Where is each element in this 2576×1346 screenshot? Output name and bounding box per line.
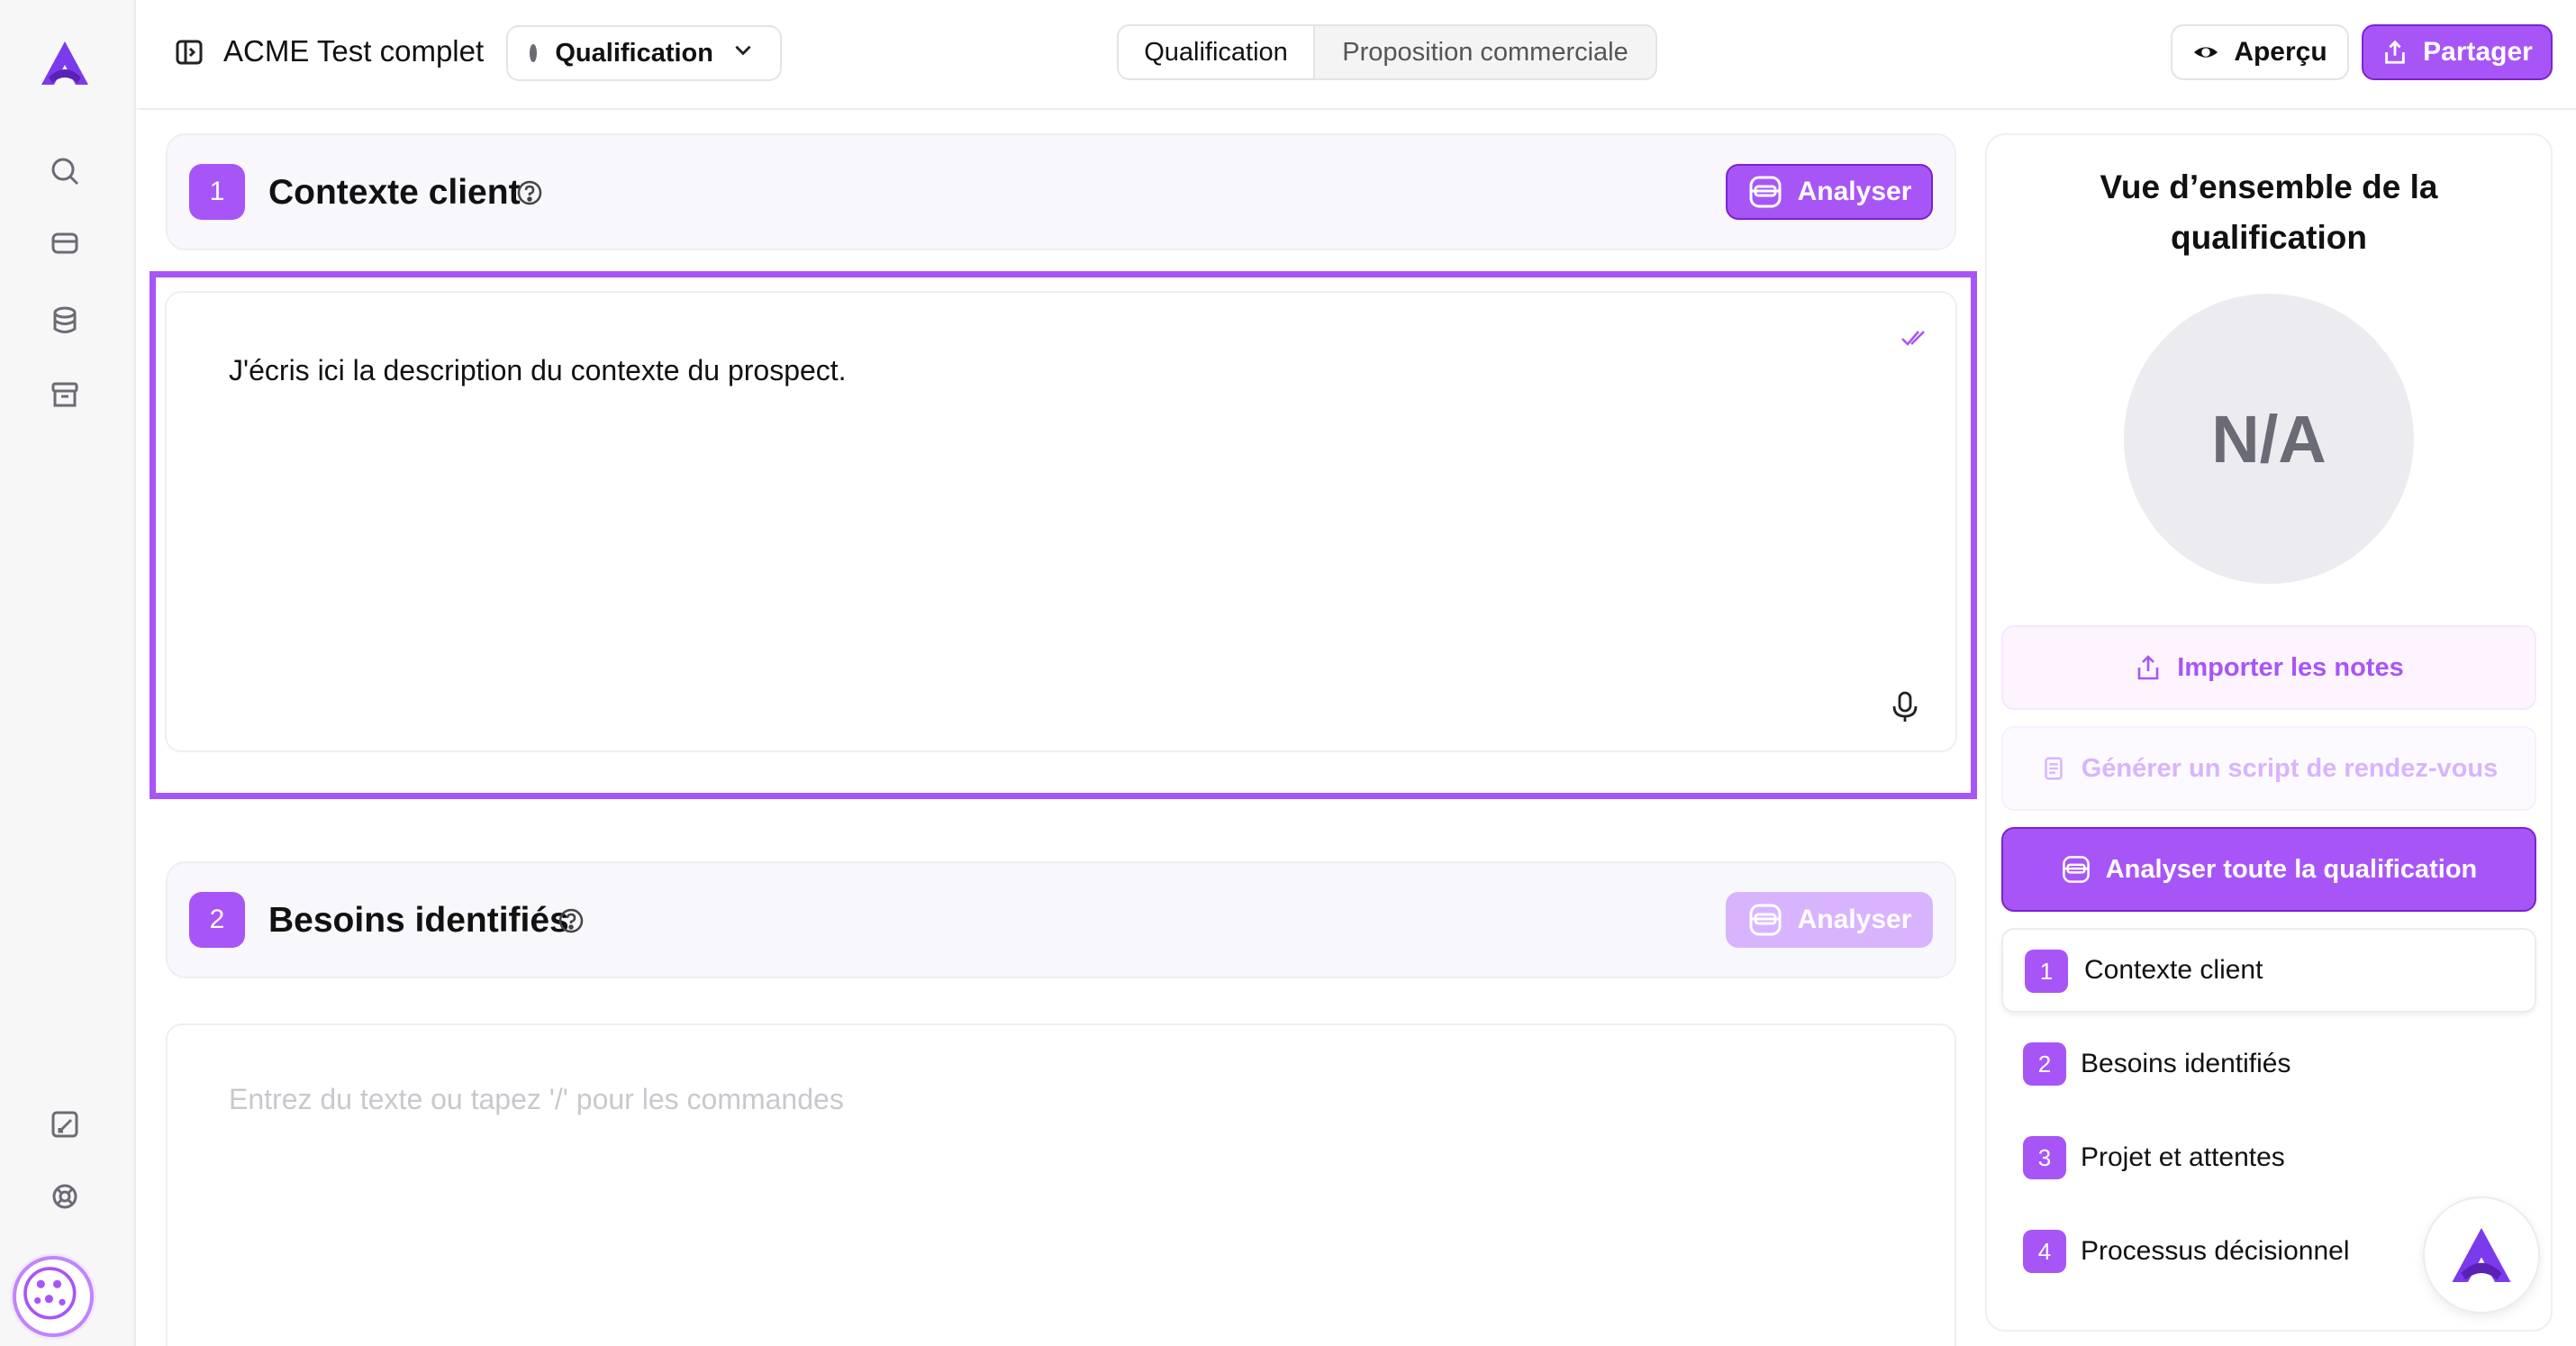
chevron-down-icon xyxy=(731,38,755,68)
saved-check-icon xyxy=(1899,323,1929,353)
analyze-all-button[interactable]: Analyser toute la qualification xyxy=(2001,827,2536,912)
status-dropdown[interactable]: Qualification xyxy=(506,25,782,81)
section-number-badge: 1 xyxy=(189,164,245,220)
app-logo-icon xyxy=(2452,1228,2511,1282)
tab-proposition-commerciale[interactable]: Proposition commerciale xyxy=(1315,26,1655,78)
database-icon[interactable] xyxy=(47,303,83,339)
toggle-panel-icon[interactable] xyxy=(175,38,204,67)
cookie-icon xyxy=(23,1267,77,1320)
share-button[interactable]: Partager xyxy=(2362,24,2553,80)
editor-placeholder[interactable]: Entrez du texte ou tapez '/' pour les co… xyxy=(229,1083,844,1116)
step-number-badge: 2 xyxy=(2023,1042,2066,1086)
tab-qualification[interactable]: Qualification xyxy=(1119,26,1315,78)
needs-editor[interactable] xyxy=(166,1023,1956,1346)
import-notes-button[interactable]: Importer les notes xyxy=(2001,625,2536,710)
mode-tabs: Qualification Proposition commerciale xyxy=(1117,24,1657,80)
microphone-icon[interactable] xyxy=(1890,690,1920,724)
avatar[interactable] xyxy=(13,1256,94,1337)
section-number-badge: 2 xyxy=(189,892,245,948)
document-title: ACME Test complet xyxy=(223,34,485,68)
status-label: Qualification xyxy=(555,38,713,68)
robot-icon xyxy=(2062,856,2090,883)
archive-icon[interactable] xyxy=(47,377,83,413)
score-circle: N/A xyxy=(2124,294,2414,584)
step-item-projet-et-attentes[interactable]: 3 Projet et attentes xyxy=(2001,1115,2536,1200)
step-number-badge: 3 xyxy=(2023,1136,2066,1179)
robot-icon xyxy=(1749,904,1782,936)
status-dot-icon xyxy=(530,44,538,62)
upload-icon xyxy=(2137,655,2159,680)
assistant-launcher[interactable] xyxy=(2423,1196,2540,1314)
analyze-button[interactable]: Analyser xyxy=(1726,164,1933,220)
section-title: Contexte client xyxy=(268,173,521,212)
editor-content[interactable]: J'écris ici la description du contexte d… xyxy=(229,354,847,387)
step-item-contexte-client[interactable]: 1 Contexte client xyxy=(2001,928,2536,1013)
section-title: Besoins identifiés xyxy=(268,901,569,940)
step-number-badge: 4 xyxy=(2023,1230,2066,1273)
edit-icon[interactable] xyxy=(47,1106,83,1142)
sidebar xyxy=(0,0,136,1346)
preview-button[interactable]: Aperçu xyxy=(2171,24,2349,80)
share-icon xyxy=(2385,40,2405,64)
robot-icon xyxy=(1749,176,1782,208)
step-item-besoins-identifies[interactable]: 2 Besoins identifiés xyxy=(2001,1022,2536,1106)
help-buoy-icon[interactable] xyxy=(47,1178,83,1214)
help-circle-icon[interactable] xyxy=(557,906,585,935)
overview-title: Vue d’ensemble de la qualification xyxy=(2100,168,2438,256)
search-icon[interactable] xyxy=(47,153,83,189)
app-logo[interactable] xyxy=(36,38,94,88)
analyze-button-disabled[interactable]: Analyser xyxy=(1726,892,1933,948)
help-circle-icon[interactable] xyxy=(515,178,544,207)
script-icon xyxy=(2045,757,2063,780)
step-number-badge: 1 xyxy=(2025,950,2068,993)
generate-script-button[interactable]: Générer un script de rendez-vous xyxy=(2001,726,2536,811)
inbox-icon[interactable] xyxy=(47,225,83,261)
score-value: N/A xyxy=(2211,401,2327,477)
eye-icon xyxy=(2194,47,2218,58)
